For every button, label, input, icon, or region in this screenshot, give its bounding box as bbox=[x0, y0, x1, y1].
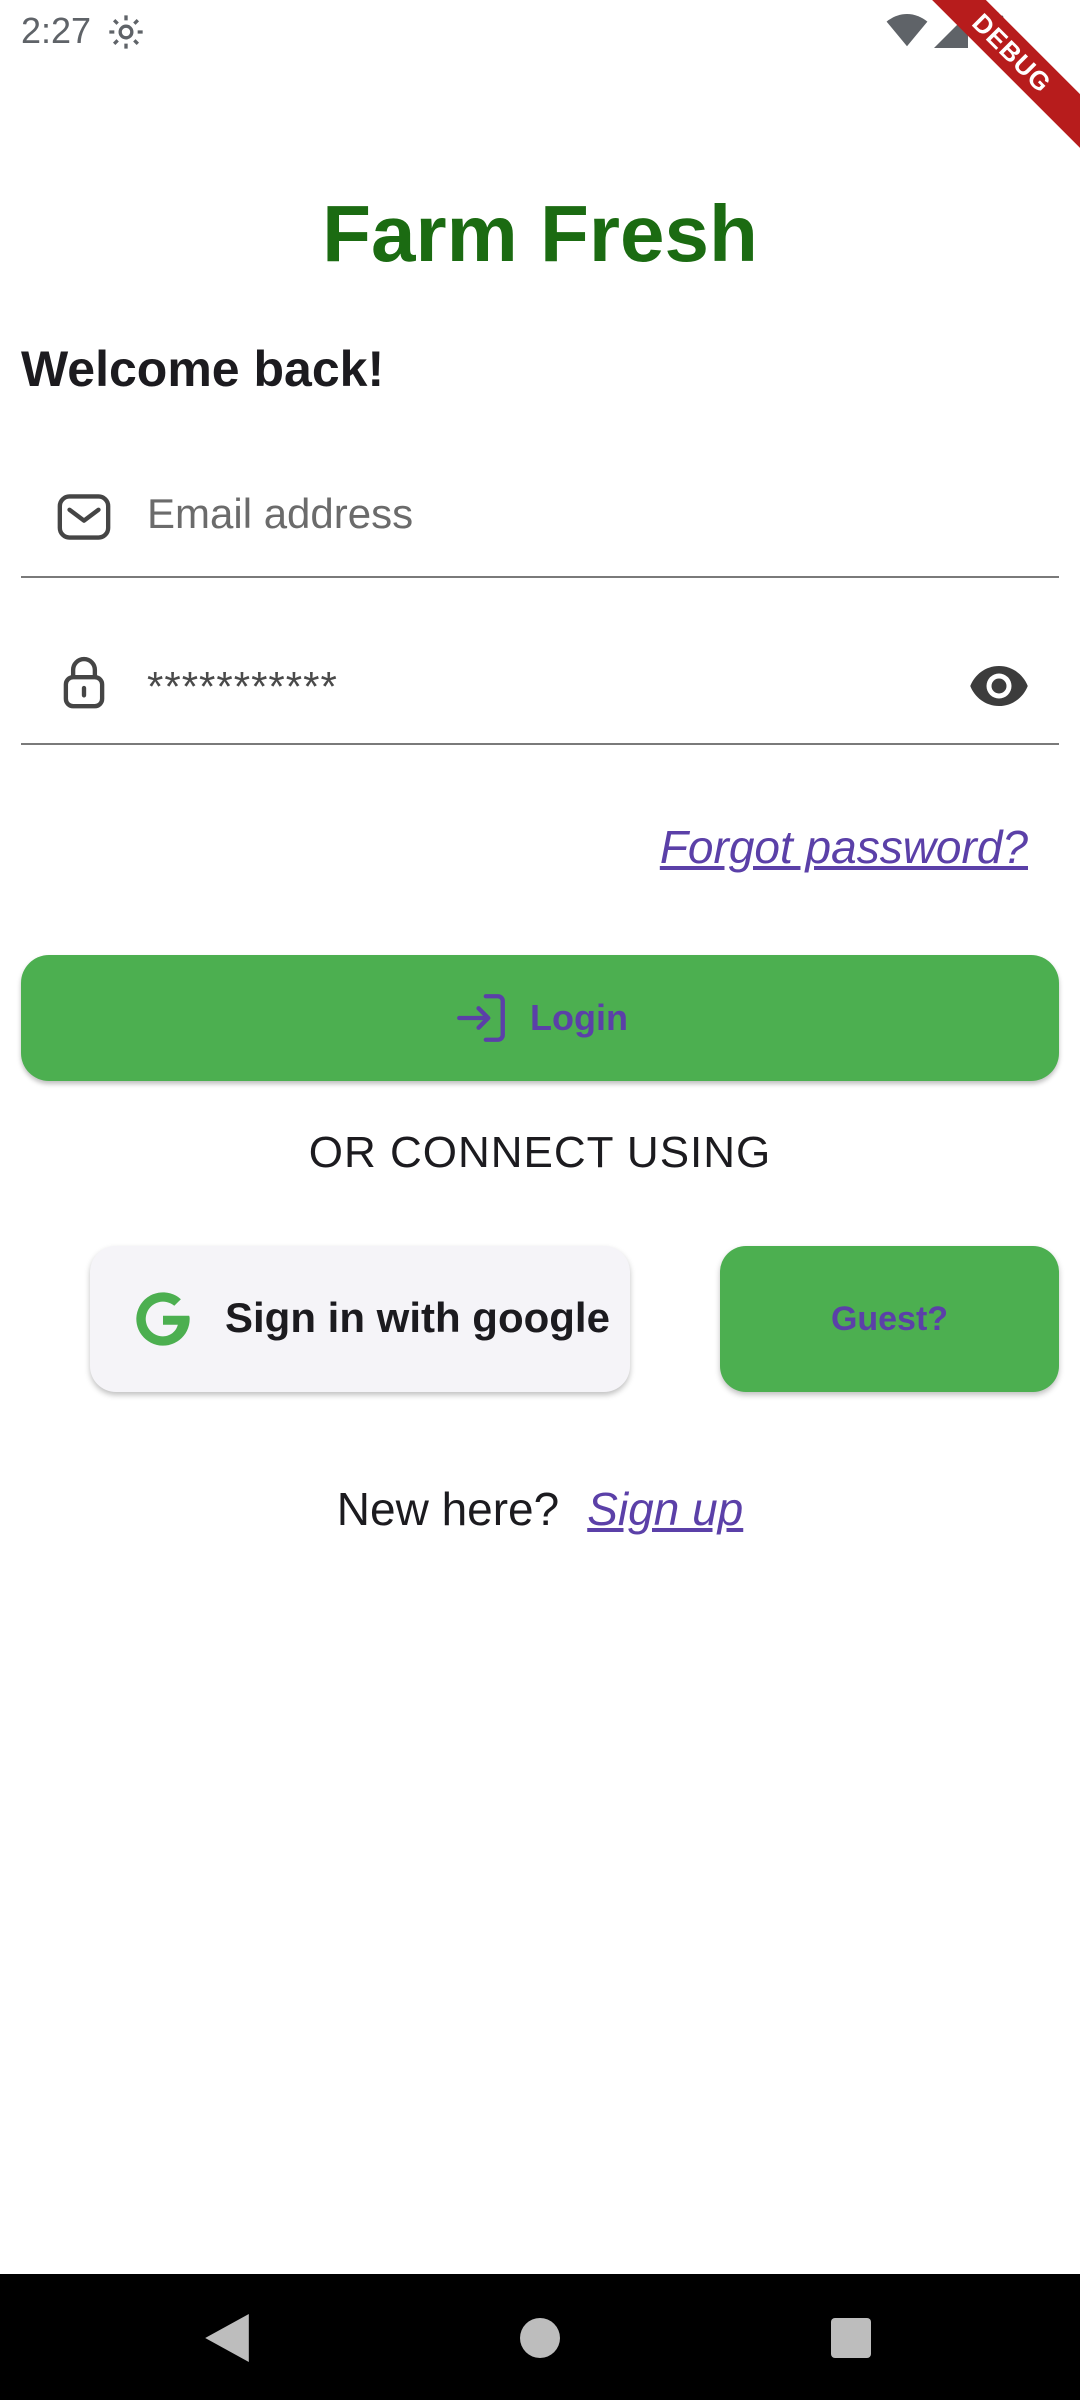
signup-link[interactable]: Sign up bbox=[587, 1483, 743, 1535]
login-arrow-icon bbox=[457, 994, 505, 1042]
guest-button[interactable]: Guest? bbox=[720, 1246, 1059, 1392]
status-time: 2:27 bbox=[21, 10, 92, 51]
back-icon[interactable] bbox=[204, 2314, 250, 2362]
google-signin-button[interactable]: Sign in with google bbox=[90, 1246, 630, 1392]
google-g-icon bbox=[136, 1292, 190, 1346]
recents-icon[interactable] bbox=[831, 2318, 871, 2358]
welcome-heading: Welcome back! bbox=[21, 341, 385, 397]
password-field[interactable]: *********** bbox=[21, 635, 1059, 745]
or-connect-label: OR CONNECT USING bbox=[308, 1128, 772, 1177]
email-field[interactable]: Email address bbox=[21, 468, 1059, 578]
forgot-password-link[interactable]: Forgot password? bbox=[660, 820, 1028, 874]
signup-prompt: New here? bbox=[336, 1483, 560, 1535]
debug-banner: DEBUG bbox=[906, 0, 1080, 159]
login-button[interactable]: Login bbox=[21, 955, 1059, 1081]
guest-label: Guest? bbox=[830, 1299, 949, 1338]
email-placeholder: Email address bbox=[147, 490, 414, 537]
login-screen: 2:27 DEBUG Farm Fresh Welcome back! Emai… bbox=[0, 0, 1080, 2400]
home-icon[interactable] bbox=[520, 2318, 560, 2358]
status-bar: 2:27 DEBUG bbox=[0, 0, 1080, 159]
mail-icon bbox=[57, 494, 111, 540]
google-signin-label: Sign in with google bbox=[225, 1294, 610, 1341]
app-title: Farm Fresh bbox=[322, 189, 758, 278]
system-nav-bar bbox=[0, 2274, 1080, 2400]
login-label: Login bbox=[530, 997, 628, 1038]
wifi-icon bbox=[886, 14, 928, 47]
lock-icon bbox=[63, 656, 105, 709]
signup-row: New here? Sign up bbox=[0, 1482, 1080, 1536]
settings-gear-icon bbox=[109, 15, 143, 49]
eye-icon[interactable] bbox=[969, 663, 1029, 709]
password-value: *********** bbox=[147, 663, 338, 710]
